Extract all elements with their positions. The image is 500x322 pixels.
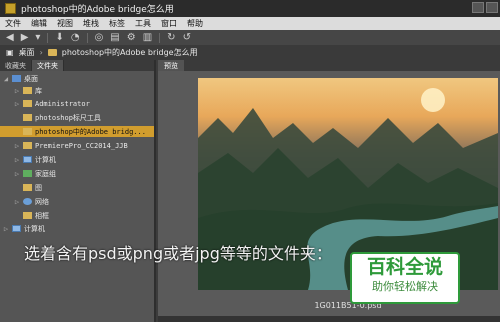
preview-panel-tabs: 预览 (158, 60, 500, 71)
window-title: photoshop中的Adobe bridge怎么用 (21, 5, 174, 15)
folder-icon (23, 212, 32, 219)
refresh-icon[interactable]: ↻ (167, 32, 175, 43)
tab-preview[interactable]: 预览 (158, 60, 184, 71)
get-photos-icon[interactable]: ⬇ (55, 32, 63, 43)
tree-node-administrator[interactable]: ▷ Administrator (0, 98, 90, 109)
desktop-icon (12, 75, 21, 82)
tree-node-premiere[interactable]: ▷ PremierePro_CC2014_JJB (0, 140, 128, 151)
menu-label[interactable]: 标签 (104, 18, 130, 29)
bridge-app-icon (5, 3, 16, 14)
tree-node-adobe-bridge[interactable]: photoshop中的Adobe bridg... (0, 126, 154, 137)
tree-node-label: 计算机 (35, 155, 56, 164)
watermark-title: 百科全说 (366, 256, 443, 278)
instruction-caption: 选着含有psd或png或者jpg等等的文件夹： (24, 244, 332, 263)
menu-bar: 文件 编辑 视图 堆栈 标签 工具 窗口 帮助 (0, 17, 500, 30)
menu-help[interactable]: 帮助 (182, 18, 208, 29)
breadcrumb-root[interactable]: 桌面 (19, 47, 35, 58)
toolbar-divider (86, 32, 88, 43)
tree-node-label: 相框 (35, 211, 49, 220)
folder-icon (23, 142, 32, 149)
tree-node-computer[interactable]: ▷ 计算机 (0, 154, 56, 165)
tree-node-label: photoshop标尺工具 (35, 113, 101, 122)
menu-file[interactable]: 文件 (0, 18, 26, 29)
back-arrow-icon[interactable]: ◀ (6, 32, 14, 43)
computer-icon (12, 225, 21, 232)
menu-stack[interactable]: 堆栈 (78, 18, 104, 29)
menu-window[interactable]: 窗口 (156, 18, 182, 29)
maximize-button[interactable] (486, 2, 498, 13)
computer-icon (23, 156, 32, 163)
tab-favorites[interactable]: 收藏夹 (0, 60, 32, 71)
folder-icon (23, 87, 32, 94)
tree-node-library[interactable]: ▷ 库 (0, 85, 42, 96)
collapsed-triangle-icon[interactable]: ▷ (14, 87, 20, 95)
tree-node-label: PremierePro_CC2014_JJB (35, 141, 128, 150)
tree-node-homegroup[interactable]: ▷ 家庭组 (0, 168, 56, 179)
folder-icon (47, 49, 57, 56)
output-icon[interactable]: ▤ (110, 32, 119, 43)
path-bar: ▣ 桌面 › photoshop中的Adobe bridge怎么用 (0, 45, 500, 60)
refine-icon[interactable]: ◔ (71, 32, 80, 43)
desktop-icon: ▣ (6, 48, 14, 57)
dropdown-chevron-icon[interactable]: ▾ (35, 32, 40, 43)
batch-icon[interactable]: ▥ (143, 32, 152, 43)
network-icon (23, 198, 32, 205)
menu-view[interactable]: 视图 (52, 18, 78, 29)
rotate-icon[interactable]: ↺ (183, 32, 191, 43)
watermark-subtitle: 助你轻松解决 (372, 280, 438, 293)
tree-node-desktop[interactable]: ◢ 桌面 (0, 73, 38, 84)
collapsed-triangle-icon[interactable]: ▷ (3, 225, 9, 233)
tree-node-network[interactable]: ▷ 网络 (0, 196, 49, 207)
window-controls (472, 2, 498, 13)
tree-node-ruler-tool[interactable]: photoshop标尺工具 (0, 112, 101, 123)
collapsed-triangle-icon[interactable]: ▷ (14, 170, 20, 178)
watermark-badge: 百科全说 助你轻松解决 (350, 252, 460, 304)
menu-tools[interactable]: 工具 (130, 18, 156, 29)
thumbnail-strip (158, 316, 500, 322)
title-bar: photoshop中的Adobe bridge怎么用 (0, 0, 500, 17)
collapsed-triangle-icon[interactable]: ▷ (14, 156, 20, 164)
tree-node-frames[interactable]: 相框 (0, 210, 49, 221)
tree-node-label: 网络 (35, 197, 49, 206)
tree-node-label: 库 (35, 86, 42, 95)
minimize-button[interactable] (472, 2, 484, 13)
left-panel-tabs: 收藏夹 文件夹 (0, 60, 154, 71)
settings-icon[interactable]: ⚙ (127, 32, 136, 43)
collapsed-triangle-icon[interactable]: ▷ (14, 198, 20, 206)
tree-node-label: 桌面 (24, 74, 38, 83)
collapsed-triangle-icon[interactable]: ▷ (14, 142, 20, 150)
collapsed-triangle-icon[interactable]: ▷ (14, 100, 20, 108)
toolbar-divider (159, 32, 161, 43)
tree-node-label: 图 (35, 183, 42, 192)
toolbar: ◀ ▶ ▾ ⬇ ◔ ◎ ▤ ⚙ ▥ ↻ ↺ (0, 30, 500, 45)
folder-icon (23, 184, 32, 191)
tree-node-label: 家庭组 (35, 169, 56, 178)
menu-edit[interactable]: 编辑 (26, 18, 52, 29)
forward-arrow-icon[interactable]: ▶ (21, 32, 29, 43)
tab-folders[interactable]: 文件夹 (32, 60, 64, 71)
folder-icon (23, 128, 32, 135)
open-camera-raw-icon[interactable]: ◎ (95, 32, 104, 43)
toolbar-divider (47, 32, 49, 43)
folder-tree: ◢ 桌面 ▷ 库 ▷ Administrator photoshop标尺工具 p… (0, 71, 154, 322)
homegroup-icon (23, 170, 32, 177)
tree-node-label: photoshop中的Adobe bridg... (35, 127, 146, 136)
folder-icon (23, 114, 32, 121)
tree-node-label: 计算机 (24, 224, 45, 233)
tree-node-label: Administrator (35, 99, 90, 108)
tree-node-computer-root[interactable]: ▷ 计算机 (0, 223, 45, 234)
folders-panel: 收藏夹 文件夹 ◢ 桌面 ▷ 库 ▷ Administrator photosh… (0, 60, 156, 322)
expand-triangle-icon[interactable]: ◢ (3, 75, 9, 83)
breadcrumb-current[interactable]: photoshop中的Adobe bridge怎么用 (62, 47, 198, 58)
tree-node-pictures[interactable]: 图 (0, 182, 42, 193)
breadcrumb-separator-icon: › (39, 48, 43, 57)
folder-icon (23, 100, 32, 107)
